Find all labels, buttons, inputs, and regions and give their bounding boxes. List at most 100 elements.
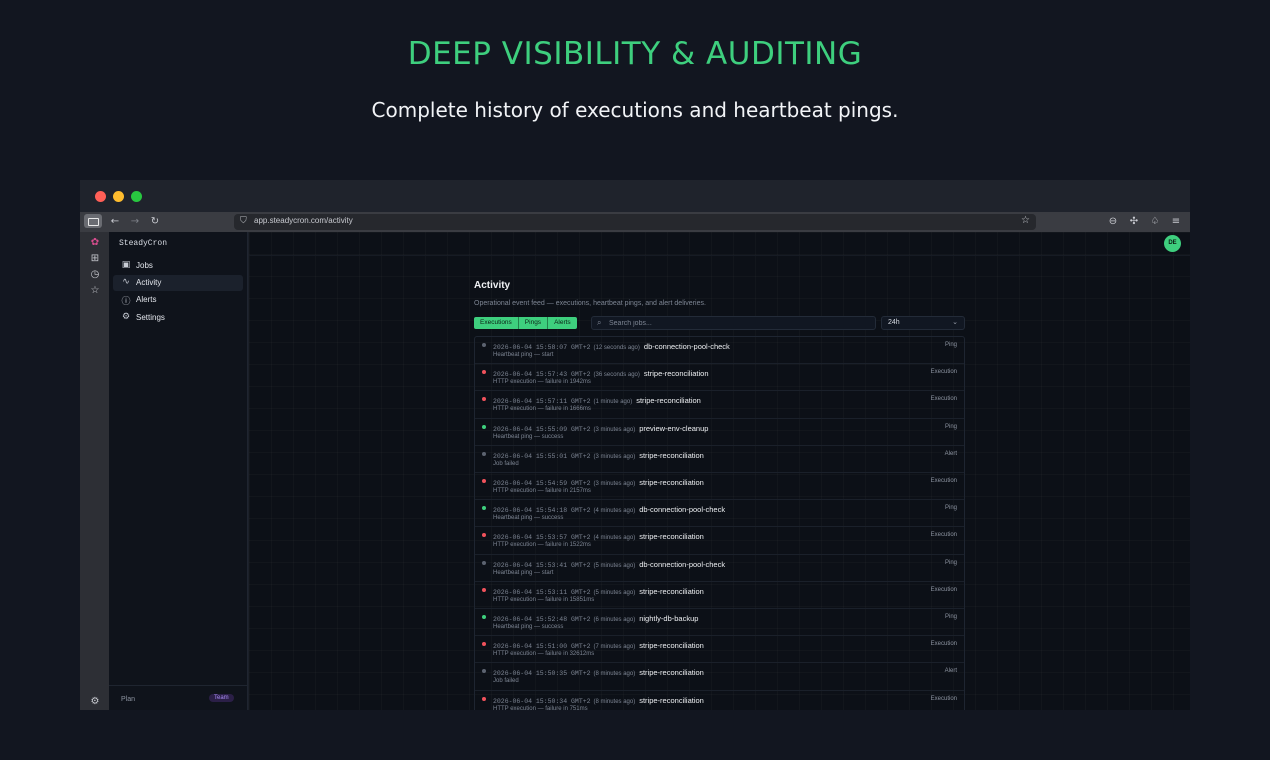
event-relative-time: (8 minutes ago) xyxy=(593,698,636,705)
event-kind-label: Ping xyxy=(944,614,957,620)
plan-badge[interactable]: Team xyxy=(209,694,234,702)
extensions-icon[interactable]: ✣ xyxy=(1127,215,1141,229)
status-dot-icon xyxy=(482,370,486,375)
event-job-name[interactable]: stripe-reconciliation xyxy=(639,451,704,460)
search-input[interactable] xyxy=(609,317,871,329)
bookmark-star-icon[interactable]: ☆ xyxy=(1021,215,1030,226)
status-dot-icon xyxy=(482,451,486,456)
event-timestamp: 2026-06-04 15:52:48 GMT+2 xyxy=(493,616,591,623)
status-dot-icon xyxy=(482,560,486,565)
table-row[interactable]: 2026-06-04 15:50:34 GMT+2 (8 minutes ago)… xyxy=(475,691,964,710)
table-row[interactable]: 2026-06-04 15:55:01 GMT+2 (3 minutes ago)… xyxy=(475,446,964,473)
event-job-name[interactable]: db-connection-pool-check xyxy=(639,560,725,569)
extension-puzzle-icon[interactable]: ♤ xyxy=(1148,215,1162,229)
avatar[interactable]: DE xyxy=(1164,235,1181,252)
status-dot-icon xyxy=(482,587,486,592)
event-detail: Heartbeat ping — success xyxy=(493,515,564,522)
event-detail: HTTP execution — failure in 32612ms xyxy=(493,651,595,658)
filter-alerts-button[interactable]: Alerts xyxy=(548,317,577,329)
reload-icon[interactable]: ↻ xyxy=(148,215,162,229)
address-bar[interactable]: ⛉ app.steadycron.com/activity ☆ xyxy=(234,214,1036,230)
alert-circle-icon: ⓘ xyxy=(121,297,131,307)
table-row[interactable]: 2026-06-04 15:54:18 GMT+2 (4 minutes ago)… xyxy=(475,500,964,528)
event-relative-time: (5 minutes ago) xyxy=(593,589,636,596)
sidebar-item-jobs[interactable]: ▣ Jobs xyxy=(113,258,243,274)
event-detail: HTTP execution — failure in 15851ms xyxy=(493,596,595,603)
table-row[interactable]: 2026-06-04 15:54:59 GMT+2 (3 minutes ago)… xyxy=(475,473,964,501)
table-row[interactable]: 2026-06-04 15:53:41 GMT+2 (5 minutes ago)… xyxy=(475,555,964,582)
sidebar-item-activity[interactable]: ∿ Activity xyxy=(113,275,243,291)
tabs-icon[interactable]: ⊞ xyxy=(89,253,101,265)
shield-icon: ⛉ xyxy=(240,216,247,226)
time-range-select[interactable]: 24h ⌄ xyxy=(881,316,965,330)
event-job-name[interactable]: stripe-reconciliation xyxy=(639,478,704,487)
table-row[interactable]: 2026-06-04 15:57:43 GMT+2 (36 seconds ago… xyxy=(475,364,964,392)
event-job-name[interactable]: db-connection-pool-check xyxy=(639,505,725,514)
event-timestamp: 2026-06-04 15:53:41 GMT+2 xyxy=(493,561,591,569)
event-job-name[interactable]: stripe-reconciliation xyxy=(639,587,704,596)
event-job-name[interactable]: stripe-reconciliation xyxy=(639,641,704,650)
table-row[interactable]: 2026-06-04 15:53:11 GMT+2 (5 minutes ago)… xyxy=(475,582,964,609)
event-timestamp-line: 2026-06-04 15:51:00 GMT+2 (7 minutes ago)… xyxy=(493,641,704,650)
sidebar-item-label: Settings xyxy=(136,313,165,322)
event-kind-label: Alert xyxy=(944,668,957,675)
event-job-name[interactable]: nightly-db-backup xyxy=(639,614,698,623)
hero-subtitle: Complete history of executions and heart… xyxy=(371,98,899,122)
event-detail: HTTP execution — failure in 2157ms xyxy=(493,488,591,494)
maximize-window-button[interactable] xyxy=(131,191,142,202)
history-clock-icon[interactable]: ◷ xyxy=(89,269,101,281)
forward-arrow-icon[interactable]: → xyxy=(128,215,142,229)
event-kind-label: Execution xyxy=(930,532,957,539)
event-timestamp-line: 2026-06-04 15:58:07 GMT+2 (12 seconds ago… xyxy=(493,342,730,351)
table-row[interactable]: 2026-06-04 15:55:09 GMT+2 (3 minutes ago)… xyxy=(475,419,964,446)
table-row[interactable]: 2026-06-04 15:57:11 GMT+2 (1 minute ago) s… xyxy=(475,391,964,419)
event-timestamp-line: 2026-06-04 15:57:43 GMT+2 (36 seconds ago… xyxy=(493,369,709,378)
event-timestamp: 2026-06-04 15:58:07 GMT+2 xyxy=(493,344,591,351)
sidebar-item-settings[interactable]: ⚙ Settings xyxy=(113,310,243,326)
event-job-name[interactable]: stripe-reconciliation xyxy=(644,369,709,378)
back-arrow-icon[interactable]: ← xyxy=(108,215,122,229)
browser-side-rail: ✿ ⊞ ◷ ☆ ⚙ xyxy=(80,232,109,710)
event-job-name[interactable]: stripe-reconciliation xyxy=(639,532,704,541)
event-kind-label: Execution xyxy=(930,396,957,403)
close-window-button[interactable] xyxy=(95,191,106,202)
status-dot-icon xyxy=(482,615,486,619)
event-kind-label: Ping xyxy=(944,342,957,348)
event-timestamp-line: 2026-06-04 15:50:34 GMT+2 (8 minutes ago)… xyxy=(493,696,704,705)
event-timestamp: 2026-06-04 15:50:34 GMT+2 xyxy=(493,697,591,705)
filter-pings-button[interactable]: Pings xyxy=(518,317,549,329)
event-detail: Job failed xyxy=(493,678,519,685)
table-row[interactable]: 2026-06-04 15:51:00 GMT+2 (7 minutes ago)… xyxy=(475,636,964,664)
main-content: DE Activity Operational event feed — exe… xyxy=(249,232,1190,710)
event-kind-label: Ping xyxy=(944,559,957,566)
event-kind-label: Execution xyxy=(930,586,957,593)
event-job-name[interactable]: preview-env-cleanup xyxy=(639,424,708,433)
table-row[interactable]: 2026-06-04 15:58:07 GMT+2 (12 seconds ago… xyxy=(475,337,964,365)
event-kind-label: Execution xyxy=(930,641,957,648)
event-timestamp: 2026-06-04 15:55:09 GMT+2 xyxy=(493,425,591,433)
sidebar-toggle-icon[interactable] xyxy=(84,214,102,228)
chevron-down-icon: ⌄ xyxy=(952,318,958,326)
event-job-name[interactable]: stripe-reconciliation xyxy=(639,668,704,677)
minimize-window-button[interactable] xyxy=(113,191,124,202)
rail-settings-gear-icon[interactable]: ⚙ xyxy=(89,696,101,708)
page-title: Activity xyxy=(474,280,511,291)
event-timestamp-line: 2026-06-04 15:55:01 GMT+2 (3 minutes ago)… xyxy=(493,451,704,460)
app-sidebar: SteadyCron ▣ Jobs ∿ Activity ⓘ Alerts ⚙ … xyxy=(109,232,248,710)
filter-executions-button[interactable]: Executions xyxy=(474,317,519,329)
sidebar-item-alerts[interactable]: ⓘ Alerts xyxy=(113,292,243,308)
table-row[interactable]: 2026-06-04 15:52:48 GMT+2 (6 minutes ago)… xyxy=(475,609,964,637)
app-logo-icon[interactable]: ✿ xyxy=(89,237,101,249)
account-icon[interactable]: ⊖ xyxy=(1106,215,1120,229)
menu-icon[interactable]: ≡ xyxy=(1169,215,1183,229)
event-job-name[interactable]: stripe-reconciliation xyxy=(639,696,704,705)
event-timestamp-line: 2026-06-04 15:50:35 GMT+2 (8 minutes ago)… xyxy=(493,668,704,677)
bookmarks-star-icon[interactable]: ☆ xyxy=(89,285,101,297)
event-timestamp-line: 2026-06-04 15:53:57 GMT+2 (4 minutes ago)… xyxy=(493,532,704,541)
table-row[interactable]: 2026-06-04 15:50:35 GMT+2 (8 minutes ago)… xyxy=(475,663,964,691)
event-job-name[interactable]: stripe-reconciliation xyxy=(636,396,701,405)
table-row[interactable]: 2026-06-04 15:53:57 GMT+2 (4 minutes ago)… xyxy=(475,527,964,555)
event-timestamp-line: 2026-06-04 15:53:11 GMT+2 (5 minutes ago)… xyxy=(493,587,704,596)
brand-name: SteadyCron xyxy=(119,239,168,248)
event-job-name[interactable]: db-connection-pool-check xyxy=(644,342,730,351)
